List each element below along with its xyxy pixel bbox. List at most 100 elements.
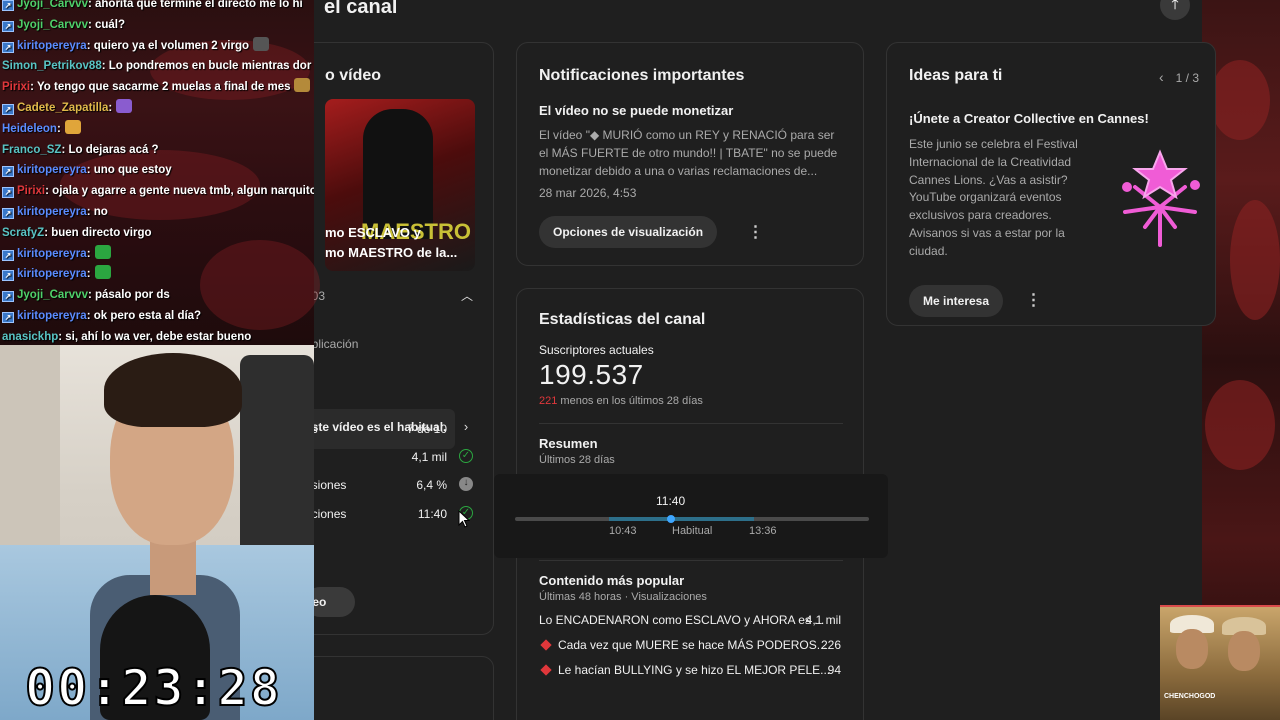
chat-message: ↗ kiritopereyra: uno que estoy [2, 160, 314, 181]
video-thumbnail[interactable]: MAESTRO mo ESCLAVO y mo MAESTRO de la... [325, 99, 475, 271]
more-options-icon[interactable]: ⋮ [1025, 290, 1041, 310]
interested-button[interactable]: Me interesa [909, 284, 1004, 317]
tooltip-value: 11:40 [656, 494, 686, 508]
popular-title: Contenido más popular [539, 573, 685, 588]
chat-username[interactable]: Pirixi [17, 185, 45, 197]
studio-dashboard: el canal ⤒ o vídeo MAESTRO mo ESCLAVO y … [294, 0, 1216, 720]
delta-text: menos en los últimos 28 días [557, 395, 703, 407]
sub-badge-icon: ↗ [2, 0, 14, 11]
chat-message: ↗ Jyoji_Carvvv: cuál? [2, 15, 314, 36]
chat-message: ↗ kiritopereyra: quiero ya el volumen 2 v… [2, 36, 314, 57]
sub-badge-icon: ↗ [2, 103, 14, 115]
chat-username[interactable]: Franco_SZ [2, 144, 61, 156]
metric-row-ctr: esiones 6,4 % ↓ [305, 477, 475, 492]
sub-badge-icon: ↗ [2, 20, 14, 32]
chat-message: ↗ Pirixi: ojala y agarre a gente nueva tm… [2, 181, 314, 202]
popular-item[interactable]: Lo ENCADENARON como ESCLAVO y AHORA es .… [539, 613, 841, 638]
metric-value: 7 de 10 [406, 422, 447, 436]
range-high-label: 13:36 [749, 525, 777, 537]
popular-item-views: 94 [827, 663, 841, 677]
video-card-title: o vídeo [325, 67, 382, 84]
check-icon: ✓ [459, 449, 473, 463]
page-title: el canal [324, 0, 398, 18]
sub-badge-icon: ↗ [2, 187, 14, 199]
emote-icon [294, 78, 311, 93]
chat-username[interactable]: anasickhp [2, 331, 58, 343]
chat-text: : [86, 268, 91, 281]
chat-username[interactable]: kiritopereyra [17, 248, 87, 260]
sub-badge-icon: ↗ [2, 249, 14, 261]
chat-username[interactable]: Heideleon [2, 123, 57, 135]
ideas-card: Ideas para ti ‹ 1 / 3 ¡Únete a Creator Co… [886, 42, 1216, 326]
chat-text: : Lo dejaras acá ? [61, 143, 159, 156]
metric-value: 4,1 mil [411, 450, 447, 464]
guest-label: CHENCHOGOD [1164, 693, 1216, 700]
delta-value: 221 [539, 395, 558, 407]
video-id-row[interactable]: 703 ︿ [305, 289, 475, 303]
chat-text: : Yo tengo que sacarme 2 muelas a final … [30, 81, 291, 94]
thumbnail-caption-2: mo MAESTRO de la... [325, 245, 458, 260]
sub-badge-icon: ↗ [2, 270, 14, 282]
popular-item[interactable]: Le hacían BULLYING y se hizo EL MEJOR PE… [539, 663, 841, 688]
divider [539, 423, 843, 424]
ideas-title: Ideas para ti [909, 67, 1003, 84]
chevron-up-icon[interactable]: ︿ [461, 287, 473, 304]
metric-row-rank[interactable]: es 7 de 10 › [305, 420, 475, 436]
popular-item-title: Cada vez que MUERE se hace MÁS PODEROS..… [558, 638, 827, 652]
chat-username[interactable]: kiritopereyra [17, 310, 87, 322]
chat-username[interactable]: Jyoji_Carvvv [17, 289, 88, 301]
popular-item-views: 226 [820, 638, 841, 652]
chat-text: : pásalo por ds [87, 289, 170, 302]
chat-message: ↗ kiritopereyra: ok pero esta al día? [2, 306, 314, 327]
chat-text: : buen directo virgo [44, 226, 152, 239]
popular-item[interactable]: Cada vez que MUERE se hace MÁS PODEROS..… [539, 638, 841, 663]
chat-text: : [108, 101, 113, 114]
chat-text: : ojala y agarre a gente nueva tmb, algu… [45, 185, 314, 198]
section-label: ublicación [305, 337, 359, 351]
upload-button[interactable]: ⤒ [1160, 0, 1190, 20]
upload-icon: ⤒ [1171, 0, 1179, 13]
sub-badge-icon: ↗ [2, 41, 14, 53]
duration-tooltip: 11:40 10:43 Habitual 13:36 [494, 474, 888, 558]
range-mid-label: Habitual [672, 525, 713, 537]
stats-title: Estadísticas del canal [539, 311, 706, 328]
latest-video-card: o vídeo MAESTRO mo ESCLAVO y mo MAESTRO … [294, 42, 494, 635]
chat-username[interactable]: kiritopereyra [17, 268, 87, 280]
subscribers-count: 199.537 [539, 359, 644, 390]
range-typical [609, 517, 754, 521]
popular-subtitle: Últimas 48 horas · Visualizaciones [539, 591, 707, 603]
sub-badge-icon: ↗ [2, 207, 14, 219]
chat-message: ↗ kiritopereyra: [2, 264, 314, 285]
summary-subtitle: Últimos 28 días [539, 454, 615, 466]
summary-title: Resumen [539, 436, 598, 451]
chat-username[interactable]: Cadete_Zapatilla [17, 102, 108, 114]
subscribers-delta: 221 menos en los últimos 28 días [539, 395, 841, 407]
chat-username[interactable]: kiritopereyra [17, 206, 87, 218]
metric-row-duration[interactable]: aciones 11:40 ✓ [305, 506, 475, 521]
chat-username[interactable]: kiritopereyra [17, 164, 87, 176]
pager-text: 1 / 3 [1175, 71, 1199, 85]
ideas-pager: ‹ 1 / 3 [1159, 69, 1199, 85]
notification-text: El vídeo "◆ MURIÓ como un REY y RENACIÓ … [539, 128, 838, 178]
mouse-cursor-icon [458, 510, 470, 528]
popular-item-views: 4,1 mil [805, 613, 841, 627]
divider [539, 560, 843, 561]
chat-message: ↗ Cadete_Zapatilla: [2, 98, 314, 119]
view-options-button[interactable]: Opciones de visualización [539, 216, 718, 248]
chat-message: ↗ Jyoji_Carvvv: ahorita que termine el di… [2, 0, 314, 15]
sub-badge-icon: ↗ [2, 311, 14, 323]
chat-username[interactable]: Jyoji_Carvvv [17, 0, 88, 10]
more-options-icon[interactable]: ⋮ [748, 222, 764, 242]
chat-username[interactable]: kiritopereyra [17, 40, 87, 52]
chevron-left-icon[interactable]: ‹ [1159, 69, 1164, 85]
chat-username[interactable]: Simon_Petrikov88 [2, 60, 102, 72]
chat-message: ↗ Jyoji_Carvvv: pásalo por ds [2, 285, 314, 306]
chat-message: Heideleon: [2, 119, 314, 140]
chat-text: : si, ahí lo wa ver, debe estar bueno [58, 330, 252, 343]
firework-illustration-icon [1122, 149, 1200, 247]
chat-username[interactable]: Pirixi [2, 81, 30, 93]
chat-username[interactable]: Jyoji_Carvvv [17, 19, 88, 31]
stream-timer: 00:23:28 [24, 659, 282, 717]
chat-text: : uno que estoy [86, 164, 172, 177]
chat-username[interactable]: ScrafyZ [2, 227, 44, 239]
